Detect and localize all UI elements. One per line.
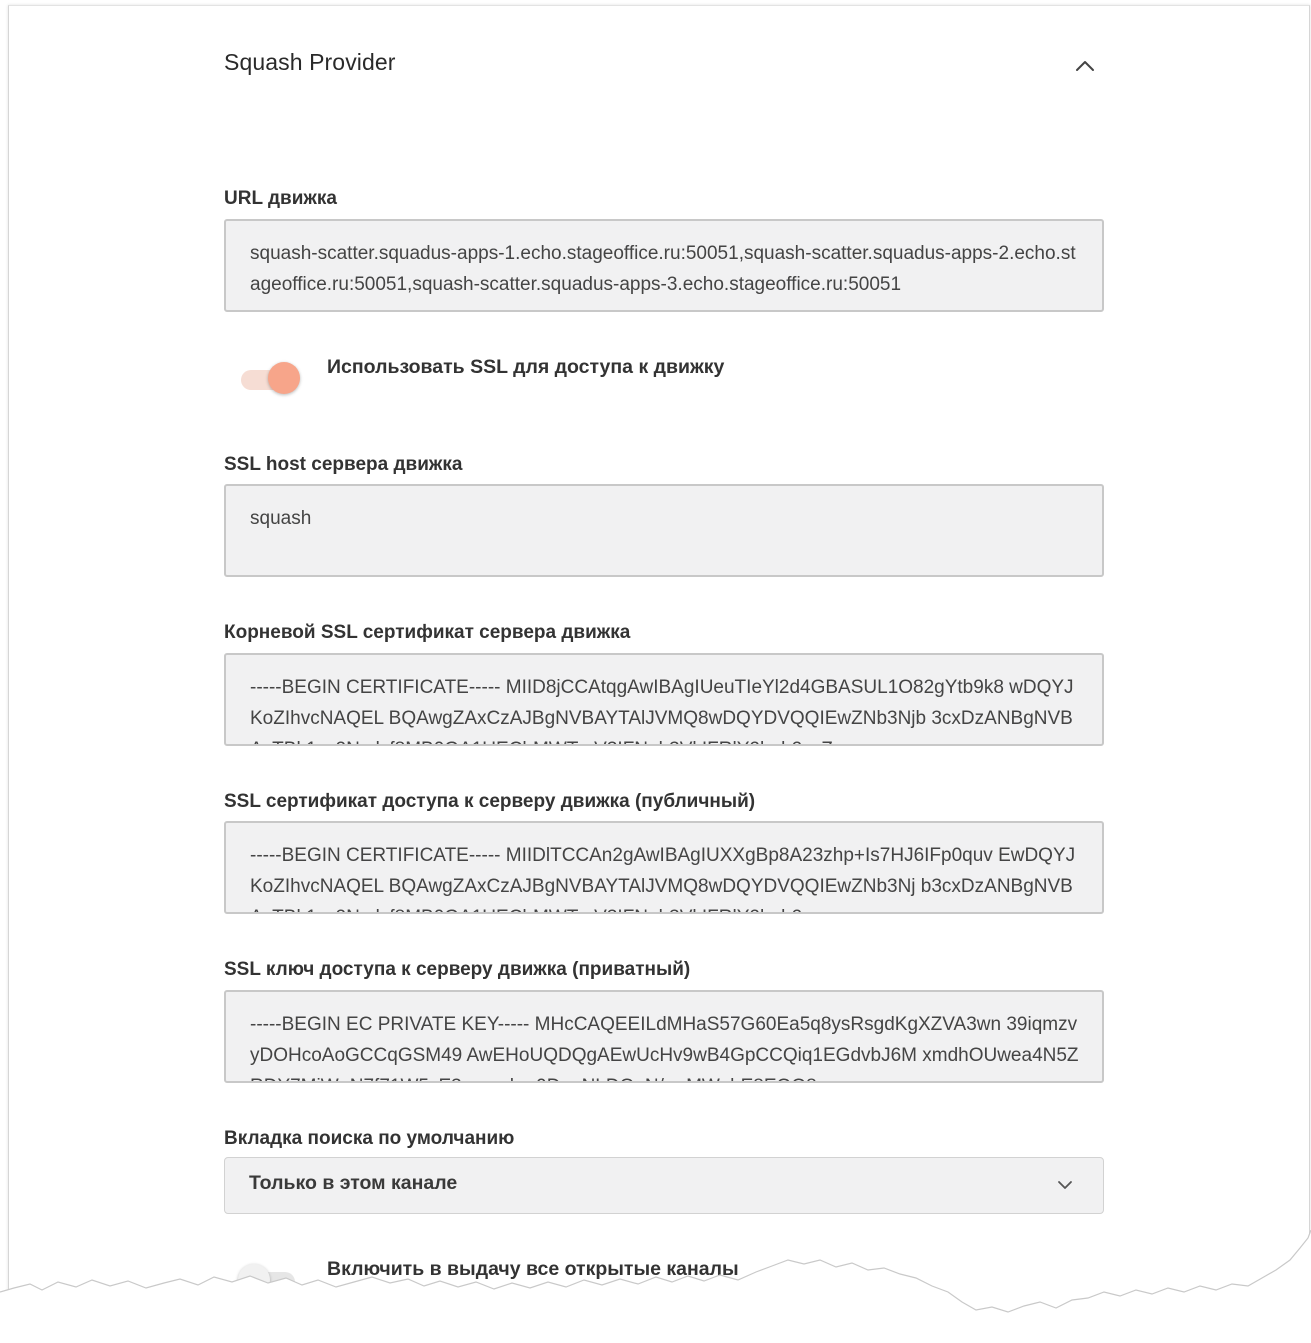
ssl-host-value: squash — [250, 508, 312, 529]
settings-page: Squash Provider URL движка squash-scatte… — [0, 0, 1311, 1343]
root-cert-field[interactable]: -----BEGIN CERTIFICATE----- MIID8jCCAtqg… — [224, 653, 1104, 746]
default-search-tab-value: Только в этом канале — [249, 1172, 458, 1194]
engine-url-field[interactable]: squash-scatter.squadus-apps-1.echo.stage… — [224, 219, 1104, 312]
private-key-value: -----BEGIN EC PRIVATE KEY----- MHcCAQEEI… — [250, 1014, 1079, 1081]
root-cert-label: Корневой SSL сертификат сервера движка — [224, 622, 631, 643]
use-ssl-toggle-knob — [268, 362, 300, 394]
use-ssl-label: Использовать SSL для доступа к движку — [327, 356, 725, 378]
public-cert-field[interactable]: -----BEGIN CERTIFICATE----- MIIDlTCCAn2g… — [224, 821, 1104, 914]
use-ssl-toggle[interactable] — [241, 362, 300, 398]
engine-url-value: squash-scatter.squadus-apps-1.echo.stage… — [250, 243, 1076, 295]
public-cert-value: -----BEGIN CERTIFICATE----- MIIDlTCCAn2g… — [250, 845, 1076, 912]
default-search-tab-label: Вкладка поиска по умолчанию — [224, 1128, 515, 1149]
torn-edge-decoration — [0, 1230, 1311, 1343]
private-key-field[interactable]: -----BEGIN EC PRIVATE KEY----- MHcCAQEEI… — [224, 990, 1104, 1083]
engine-url-label: URL движка — [224, 188, 337, 209]
private-key-label: SSL ключ доступа к серверу движка (прива… — [224, 959, 691, 980]
ssl-host-field[interactable]: squash — [224, 484, 1104, 577]
default-search-tab-select[interactable]: Только в этом канале — [224, 1157, 1104, 1214]
chevron-down-icon — [1058, 1181, 1072, 1189]
ssl-host-label: SSL host сервера движка — [224, 454, 463, 475]
public-cert-label: SSL сертификат доступа к серверу движка … — [224, 791, 756, 812]
collapse-section-button[interactable] — [1071, 52, 1099, 80]
chevron-up-icon — [1076, 61, 1094, 71]
section-title: Squash Provider — [224, 49, 396, 75]
root-cert-value: -----BEGIN CERTIFICATE----- MIID8jCCAtqg… — [250, 677, 1074, 744]
